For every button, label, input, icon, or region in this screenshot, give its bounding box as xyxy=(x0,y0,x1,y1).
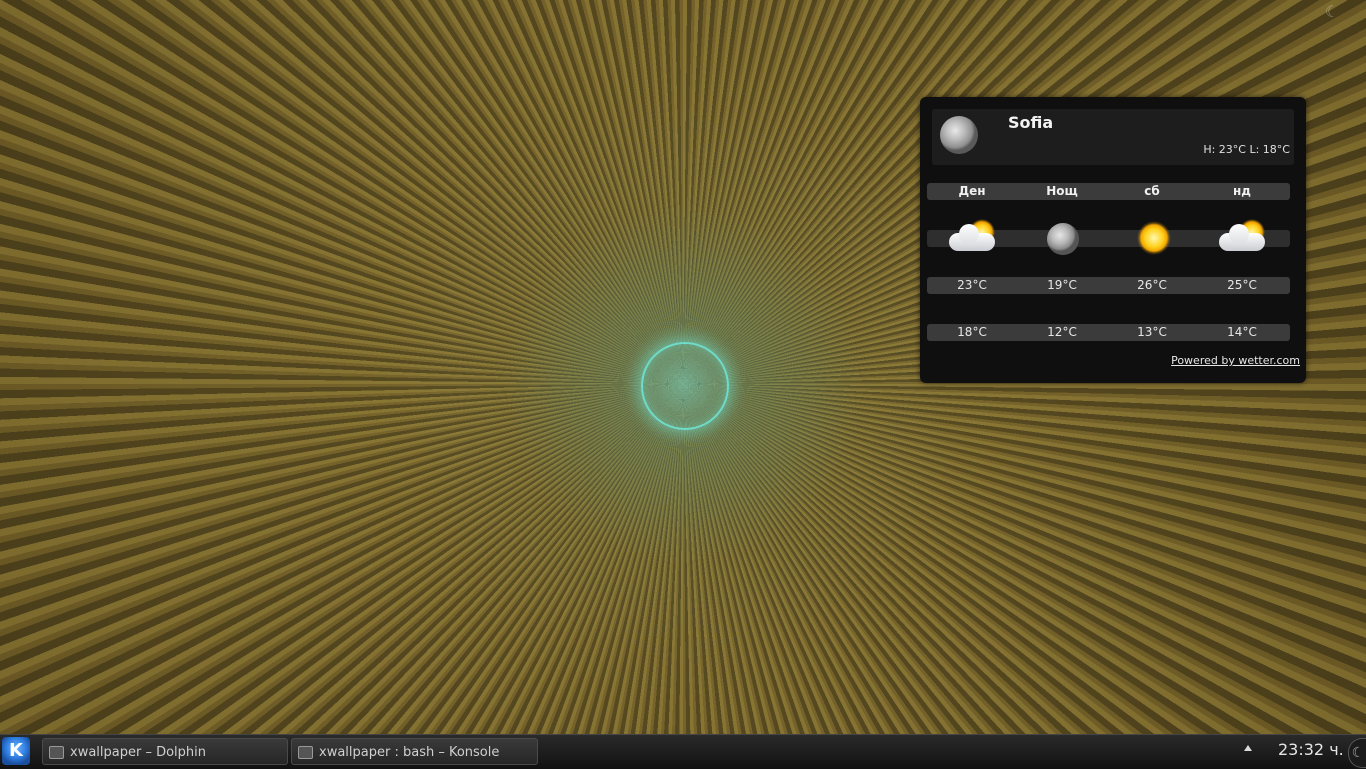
forecast-low: 12°C xyxy=(1047,325,1077,339)
cloud-part-icon xyxy=(949,224,995,251)
plasma-toolbox-icon[interactable]: ☾ xyxy=(1348,738,1366,768)
forecast-high: 23°C xyxy=(957,278,987,292)
forecast-col-label: нд xyxy=(1233,184,1251,198)
weather-header: Sofia H: 23°C L: 18°C xyxy=(932,109,1294,165)
forecast-low: 18°C xyxy=(957,325,987,339)
taskbar: K xwallpaper – Dolphin xwallpaper : bash… xyxy=(0,734,1366,769)
forecast-col-label: сб xyxy=(1144,184,1160,198)
moon-icon xyxy=(1017,213,1107,255)
partly-cloudy-day-icon xyxy=(927,213,1017,253)
weather-city: Sofia xyxy=(1008,113,1054,132)
desktop[interactable]: ☾ Sofia H: 23°C L: 18°C Ден Нощ сб нд 23… xyxy=(0,0,1366,734)
task-dolphin[interactable]: xwallpaper – Dolphin xyxy=(42,738,288,765)
tray-expand-icon[interactable] xyxy=(1244,745,1252,751)
forecast-high: 25°C xyxy=(1227,278,1257,292)
forecast-header-row: Ден Нощ сб нд xyxy=(927,183,1290,200)
terminal-icon xyxy=(298,746,313,759)
forecast-icons-row xyxy=(927,205,1290,255)
sun-icon xyxy=(1107,213,1197,255)
moon-icon xyxy=(940,116,978,154)
folder-icon xyxy=(49,746,64,759)
forecast-low: 13°C xyxy=(1137,325,1167,339)
forecast-col-label: Ден xyxy=(958,184,986,198)
powered-by-link[interactable]: Powered by wetter.com xyxy=(1171,354,1300,367)
weather-high-low: H: 23°C L: 18°C xyxy=(1203,143,1290,156)
task-label: xwallpaper – Dolphin xyxy=(70,745,207,760)
task-konsole[interactable]: xwallpaper : bash – Konsole xyxy=(291,738,538,765)
forecast-high: 26°C xyxy=(1137,278,1167,292)
clock[interactable]: 23:32 ч. xyxy=(1278,740,1344,759)
moon-disc xyxy=(1047,223,1079,255)
task-label: xwallpaper : bash – Konsole xyxy=(319,745,500,760)
weather-widget[interactable]: Sofia H: 23°C L: 18°C Ден Нощ сб нд 23°C… xyxy=(920,97,1306,383)
forecast-low-row: 18°C 12°C 13°C 14°C xyxy=(927,324,1290,341)
sun-disc xyxy=(1137,221,1171,255)
forecast-col-label: Нощ xyxy=(1046,184,1078,198)
forecast-high-row: 23°C 19°C 26°C 25°C xyxy=(927,277,1290,294)
forecast-low: 14°C xyxy=(1227,325,1257,339)
plasma-toolbox-icon[interactable]: ☾ xyxy=(1322,2,1342,22)
kde-menu-button[interactable]: K xyxy=(2,737,30,765)
partly-cloudy-day-icon xyxy=(1197,213,1287,253)
forecast-high: 19°C xyxy=(1047,278,1077,292)
cloud-part-icon xyxy=(1219,224,1265,251)
wallpaper-ring xyxy=(641,342,729,430)
